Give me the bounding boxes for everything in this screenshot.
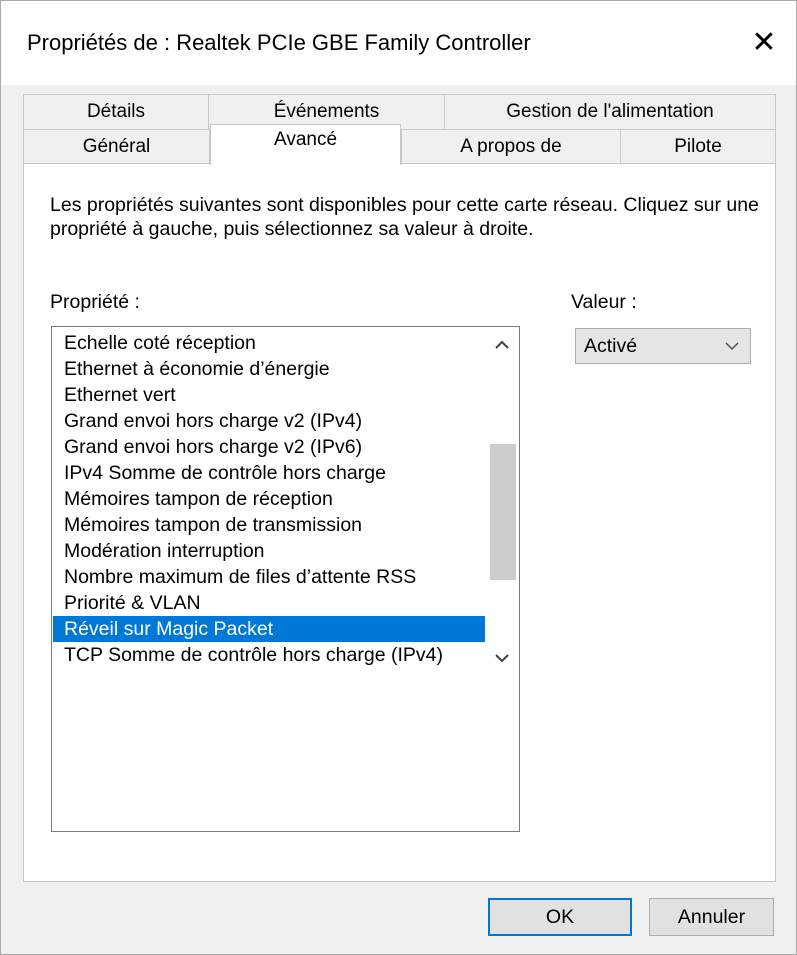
list-item[interactable]: IPv4 Somme de contrôle hors charge <box>53 460 501 486</box>
value-label: Valeur : <box>571 291 637 313</box>
close-button[interactable]: ✕ <box>732 1 796 85</box>
property-label: Propriété : <box>50 291 140 313</box>
scrollbar-thumb[interactable] <box>490 444 516 580</box>
chevron-down-icon <box>495 653 509 662</box>
scroll-down-button[interactable] <box>485 645 519 671</box>
vertical-scrollbar[interactable] <box>485 327 519 831</box>
list-item[interactable]: Ethernet à économie d’énergie <box>53 356 501 382</box>
chevron-down-icon <box>722 334 742 358</box>
window-title: Propriétés de : Realtek PCIe GBE Family … <box>27 30 531 55</box>
tab-label: Gestion de l'alimentation <box>506 101 714 122</box>
title-bar: Propriétés de : Realtek PCIe GBE Family … <box>1 1 796 85</box>
value-dropdown-selected: Activé <box>584 335 638 357</box>
list-item[interactable]: Mémoires tampon de transmission <box>53 512 501 538</box>
tab-power-management[interactable]: Gestion de l'alimentation <box>444 94 776 130</box>
list-item[interactable]: TCP Somme de contrôle hors charge (IPv4) <box>53 642 501 668</box>
property-list: Echelle coté réception Ethernet à économ… <box>53 330 501 668</box>
tab-about[interactable]: A propos de <box>401 129 621 164</box>
cancel-button[interactable]: Annuler <box>649 898 774 936</box>
list-item[interactable]: Nombre maximum de files d’attente RSS <box>53 564 501 590</box>
tab-label: Avancé <box>273 129 338 150</box>
list-item[interactable]: Grand envoi hors charge v2 (IPv6) <box>53 434 501 460</box>
advanced-panel: Les propriétés suivantes sont disponible… <box>23 163 776 882</box>
tab-advanced[interactable]: Avancé <box>210 124 401 165</box>
tab-details[interactable]: Détails <box>23 94 209 130</box>
list-item-selected[interactable]: Réveil sur Magic Packet <box>53 616 501 642</box>
tab-strip: Détails Événements Gestion de l'alimenta… <box>23 94 776 165</box>
tab-label: Pilote <box>674 136 722 157</box>
value-dropdown[interactable]: Activé <box>575 328 751 364</box>
scroll-up-button[interactable] <box>485 331 519 357</box>
list-item[interactable]: Echelle coté réception <box>53 330 501 356</box>
list-item[interactable]: Modération interruption <box>53 538 501 564</box>
tab-label: A propos de <box>460 136 562 157</box>
panel-description: Les propriétés suivantes sont disponible… <box>50 194 759 240</box>
tab-label: Détails <box>86 101 146 122</box>
ok-button[interactable]: OK <box>488 898 632 936</box>
tab-label: Général <box>82 136 151 157</box>
list-item[interactable]: Priorité & VLAN <box>53 590 501 616</box>
list-item[interactable]: Grand envoi hors charge v2 (IPv4) <box>53 408 501 434</box>
close-icon: ✕ <box>751 26 777 59</box>
list-item[interactable]: Ethernet vert <box>53 382 501 408</box>
list-item[interactable]: Mémoires tampon de réception <box>53 486 501 512</box>
properties-dialog: Propriétés de : Realtek PCIe GBE Family … <box>0 0 797 955</box>
chevron-up-icon <box>495 340 509 349</box>
tab-general[interactable]: Général <box>23 129 210 164</box>
tab-driver[interactable]: Pilote <box>620 129 776 164</box>
property-listbox[interactable]: Echelle coté réception Ethernet à économ… <box>51 326 520 832</box>
